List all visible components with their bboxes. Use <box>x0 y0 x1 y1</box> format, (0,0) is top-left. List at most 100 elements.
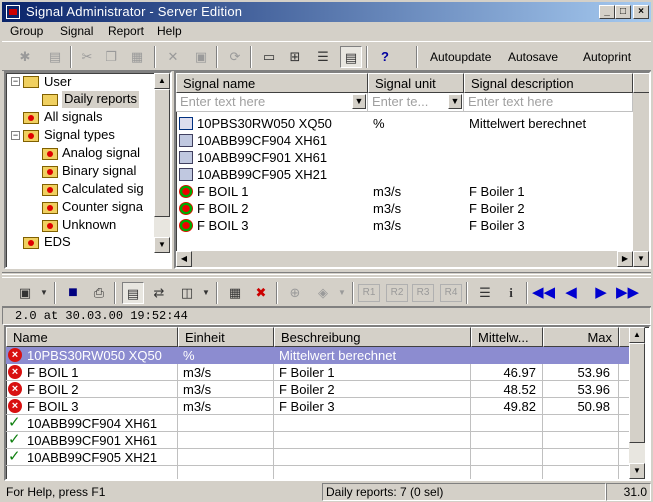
help-icon[interactable]: ? <box>374 46 396 68</box>
scroll-up-icon[interactable]: ▲ <box>154 73 170 89</box>
tree-item-all-signals[interactable]: All signals <box>44 109 103 126</box>
tree-collapse-user[interactable]: − <box>11 77 20 86</box>
report-row[interactable]: ✓ 10ABB99CF904 XH61 <box>6 415 629 432</box>
tree-scrollbar[interactable]: ▲ ▼ <box>154 73 170 253</box>
signal-row[interactable]: F BOIL 3 m3/s F Boiler 3 <box>176 217 633 234</box>
first-icon[interactable]: ◀◀ <box>532 282 555 304</box>
scroll-down-icon[interactable]: ▼ <box>629 463 645 479</box>
scroll-down-icon[interactable]: ▼ <box>633 251 649 267</box>
col-signal-unit[interactable]: Signal unit <box>368 73 464 93</box>
zoom-icon[interactable]: ◈ <box>312 282 334 304</box>
large-icons-view-icon[interactable]: ▭ <box>258 46 280 68</box>
tree-item-unknown[interactable]: Unknown <box>62 217 116 234</box>
col-name[interactable]: Name <box>6 327 178 347</box>
filter-signal-name[interactable]: Enter text here ▼ <box>176 93 368 112</box>
close-button[interactable]: × <box>633 5 649 19</box>
chevron-down-icon[interactable]: ▼ <box>38 282 50 304</box>
menu-group[interactable]: Group <box>10 24 43 38</box>
tree-item-counter-signal[interactable]: Counter signa <box>62 199 143 216</box>
report-options-icon[interactable]: ▣ <box>14 282 36 304</box>
copy-icon[interactable]: ❐ <box>100 46 122 68</box>
add-to-report-icon[interactable]: ▦ <box>224 282 246 304</box>
cut-icon[interactable]: ✂ <box>76 46 98 68</box>
new-signal-icon[interactable]: ✱ <box>14 46 36 68</box>
report-scrollbar[interactable]: ▲ ▼ <box>629 327 645 479</box>
tree-item-user[interactable]: User <box>44 74 71 91</box>
tree-collapse-signal-types[interactable]: − <box>11 131 20 140</box>
menu-report[interactable]: Report <box>108 24 144 38</box>
scroll-down-icon[interactable]: ▼ <box>154 237 170 253</box>
tree-item-calculated-signal[interactable]: Calculated sig <box>62 181 144 198</box>
save-icon[interactable]: ■ <box>62 282 84 304</box>
col-mittelwert[interactable]: Mittelw... <box>471 327 543 347</box>
chevron-down-icon[interactable]: ▼ <box>200 282 212 304</box>
r1-button[interactable]: R1 <box>358 284 380 302</box>
scroll-up-icon[interactable]: ▲ <box>629 327 645 343</box>
filter-signal-description[interactable]: Enter text here <box>464 93 633 112</box>
filter-icon[interactable]: ▼ <box>448 94 462 109</box>
report-row[interactable]: ✓ 10ABB99CF905 XH21 <box>6 449 629 466</box>
properties-icon[interactable]: ▣ <box>190 46 212 68</box>
scroll-left-icon[interactable]: ◀ <box>176 251 192 267</box>
report-row[interactable]: ✓ 10ABB99CF901 XH61 <box>6 432 629 449</box>
signal-row[interactable]: F BOIL 1 m3/s F Boiler 1 <box>176 183 633 200</box>
scroll-thumb[interactable] <box>629 343 645 443</box>
r4-button[interactable]: R4 <box>440 284 462 302</box>
delete-icon[interactable]: ✕ <box>162 46 184 68</box>
list-icon[interactable]: ☰ <box>474 282 496 304</box>
scroll-thumb[interactable] <box>154 89 170 217</box>
paste-icon[interactable]: ▦ <box>126 46 148 68</box>
signal-row[interactable]: 10ABB99CF901 XH61 <box>176 149 633 166</box>
r3-button[interactable]: R3 <box>412 284 434 302</box>
details-view-icon[interactable]: ▤ <box>340 46 362 68</box>
menu-signal[interactable]: Signal <box>60 24 93 38</box>
tree-item-binary-signal[interactable]: Binary signal <box>62 163 136 180</box>
autosave-button[interactable]: Autosave <box>508 50 558 64</box>
tree-item-signal-types[interactable]: Signal types <box>44 127 115 144</box>
tree-item-daily-reports[interactable]: Daily reports <box>62 91 139 108</box>
export-icon[interactable]: ⇄ <box>148 282 170 304</box>
signal-list-hscrollbar[interactable]: ◀ ▶ <box>176 251 633 267</box>
menu-help[interactable]: Help <box>157 24 182 38</box>
tree-item-analog-signal[interactable]: Analog signal <box>62 145 140 162</box>
crosshair-icon[interactable]: ⊕ <box>284 282 306 304</box>
next-icon[interactable]: ▶ <box>590 282 612 304</box>
filter-signal-unit[interactable]: Enter te... ▼ <box>368 93 464 112</box>
small-icons-view-icon[interactable]: ⊞ <box>284 46 306 68</box>
signal-list-scrollbar[interactable]: ▼ <box>633 93 649 267</box>
col-einheit[interactable]: Einheit <box>178 327 274 347</box>
refresh-icon[interactable]: ⟳ <box>224 46 246 68</box>
autoprint-button[interactable]: Autoprint <box>583 50 631 64</box>
list-view-icon[interactable]: ☰ <box>312 46 334 68</box>
table-view-icon[interactable]: ▤ <box>122 282 144 304</box>
col-max[interactable]: Max <box>543 327 619 347</box>
report-row[interactable]: × 10PBS30RW050 XQ50 % Mittelwert berechn… <box>6 347 629 364</box>
chart-icon[interactable]: ◫ <box>176 282 198 304</box>
signal-row[interactable]: 10ABB99CF904 XH61 <box>176 132 633 149</box>
add-icon[interactable]: ▤ <box>44 46 66 68</box>
autoupdate-button[interactable]: Autoupdate <box>430 50 491 64</box>
minimize-button[interactable]: _ <box>599 5 615 19</box>
filter-icon[interactable]: ▼ <box>352 94 366 109</box>
maximize-button[interactable]: □ <box>615 5 631 19</box>
last-icon[interactable]: ▶▶ <box>616 282 639 304</box>
remove-from-report-icon[interactable]: ✖ <box>250 282 272 304</box>
signal-row[interactable]: 10ABB99CF905 XH21 <box>176 166 633 183</box>
col-signal-description[interactable]: Signal description <box>464 73 633 93</box>
info-icon[interactable]: i <box>500 282 522 304</box>
report-row[interactable]: × F BOIL 2 m3/s F Boiler 2 48.52 53.96 <box>6 381 629 398</box>
print-icon[interactable]: ⎙ <box>88 282 110 304</box>
binary-signal-icon <box>179 151 193 164</box>
col-signal-name[interactable]: Signal name <box>176 73 368 93</box>
previous-icon[interactable]: ◀ <box>560 282 582 304</box>
col-beschreibung[interactable]: Beschreibung <box>274 327 471 347</box>
tree-item-eds[interactable]: EDS <box>44 234 71 251</box>
chevron-down-icon[interactable]: ▼ <box>336 282 348 304</box>
scroll-right-icon[interactable]: ▶ <box>617 251 633 267</box>
r2-button[interactable]: R2 <box>386 284 408 302</box>
pane-splitter[interactable] <box>2 272 651 275</box>
signal-row[interactable]: F BOIL 2 m3/s F Boiler 2 <box>176 200 633 217</box>
signal-row[interactable]: 10PBS30RW050 XQ50 % Mittelwert berechnet <box>176 115 633 132</box>
report-row[interactable]: × F BOIL 1 m3/s F Boiler 1 46.97 53.96 <box>6 364 629 381</box>
report-row[interactable]: × F BOIL 3 m3/s F Boiler 3 49.82 50.98 <box>6 398 629 415</box>
